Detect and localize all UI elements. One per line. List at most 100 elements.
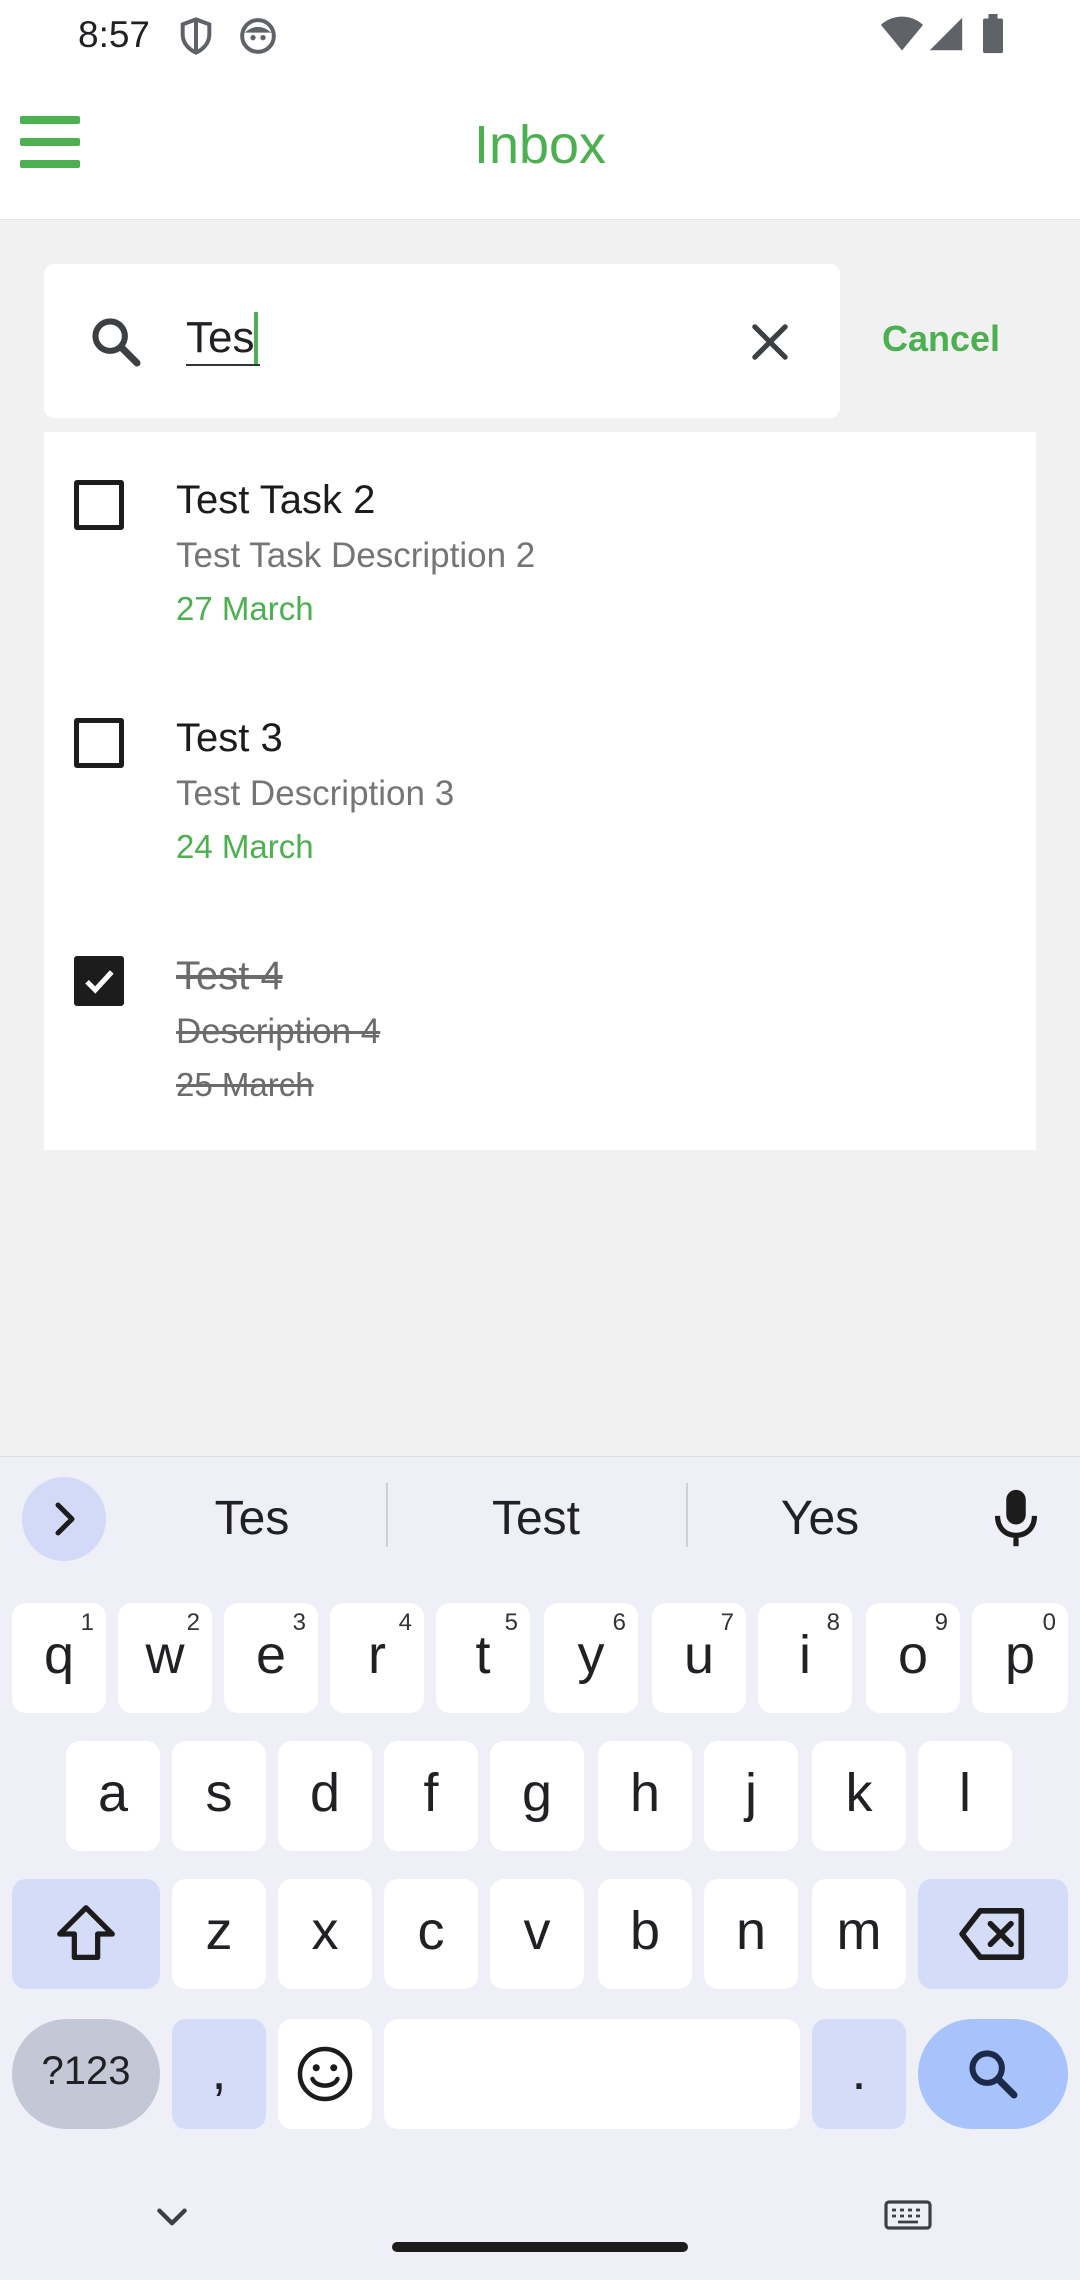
key-z[interactable]: z bbox=[172, 1879, 266, 1989]
key-d[interactable]: d bbox=[278, 1741, 372, 1851]
key-b[interactable]: b bbox=[598, 1879, 692, 1989]
key-hint: 3 bbox=[292, 1609, 306, 1636]
key-hint: 2 bbox=[186, 1609, 200, 1636]
suggestion-2[interactable]: Test bbox=[420, 1491, 652, 1546]
task-date: 27 March bbox=[176, 590, 314, 627]
key-j[interactable]: j bbox=[704, 1741, 798, 1851]
key-l[interactable]: l bbox=[918, 1741, 1012, 1851]
suggestion-1[interactable]: Tes bbox=[150, 1491, 354, 1546]
key-e[interactable]: e3 bbox=[224, 1603, 318, 1713]
search-field[interactable]: Tes bbox=[44, 264, 840, 418]
suggestion-divider bbox=[386, 1483, 388, 1547]
chevron-down-icon[interactable] bbox=[150, 2198, 194, 2234]
microphone-icon[interactable] bbox=[990, 1487, 1042, 1549]
key-y[interactable]: y6 bbox=[544, 1603, 638, 1713]
status-bar: 8:57 bbox=[0, 0, 1080, 70]
period-key[interactable]: . bbox=[812, 2019, 906, 2129]
key-k[interactable]: k bbox=[812, 1741, 906, 1851]
key-label: p bbox=[1004, 1625, 1036, 1685]
task-description: Test Task Description 2 bbox=[176, 536, 536, 575]
key-g[interactable]: g bbox=[490, 1741, 584, 1851]
key-label: i bbox=[799, 1625, 811, 1685]
key-label: w bbox=[145, 1625, 185, 1685]
key-hint: 4 bbox=[398, 1609, 412, 1636]
key-c[interactable]: c bbox=[384, 1879, 478, 1989]
suggestion-3[interactable]: Yes bbox=[718, 1491, 922, 1546]
task-description: Test Description 3 bbox=[176, 774, 455, 813]
shield-icon bbox=[180, 17, 212, 55]
suggestion-strip-toggle[interactable] bbox=[22, 1477, 106, 1561]
space-key[interactable] bbox=[384, 2019, 800, 2129]
task-checkbox[interactable] bbox=[74, 480, 124, 530]
task-item[interactable]: Test 4 Description 4 25 March bbox=[44, 908, 1036, 1128]
backspace-icon bbox=[959, 1908, 1025, 1960]
key-m[interactable]: m bbox=[812, 1879, 906, 1989]
key-r[interactable]: r4 bbox=[330, 1603, 424, 1713]
emoji-icon bbox=[297, 2046, 353, 2102]
search-icon bbox=[969, 2050, 1018, 2099]
key-hint: 6 bbox=[612, 1609, 626, 1636]
keyboard-switch-icon[interactable] bbox=[884, 2200, 932, 2232]
key-a[interactable]: a bbox=[66, 1741, 160, 1851]
search-results-list: Test Task 2 Test Task Description 2 27 M… bbox=[44, 432, 1036, 1150]
key-hint: 0 bbox=[1042, 1609, 1056, 1636]
search-enter-key[interactable] bbox=[918, 2019, 1068, 2129]
task-date: 25 March bbox=[176, 1066, 314, 1103]
task-checkbox[interactable] bbox=[74, 718, 124, 768]
task-item[interactable]: Test 3 Test Description 3 24 March bbox=[44, 670, 1036, 890]
navigation-bar bbox=[0, 2180, 1080, 2280]
checkmark-icon bbox=[85, 970, 114, 994]
page-title: Inbox bbox=[473, 115, 607, 175]
battery-icon bbox=[983, 14, 1003, 54]
key-v[interactable]: v bbox=[490, 1879, 584, 1989]
key-f[interactable]: f bbox=[384, 1741, 478, 1851]
task-title: Test 4 bbox=[176, 954, 283, 998]
key-t[interactable]: t5 bbox=[436, 1603, 530, 1713]
chevron-right-icon bbox=[55, 1502, 75, 1536]
search-icon bbox=[92, 318, 141, 367]
key-hint: 8 bbox=[826, 1609, 840, 1636]
symbols-key[interactable]: ?123 bbox=[12, 2019, 160, 2129]
key-i[interactable]: i8 bbox=[758, 1603, 852, 1713]
emoji-key[interactable] bbox=[278, 2019, 372, 2129]
key-label: t bbox=[475, 1625, 491, 1685]
task-description: Description 4 bbox=[176, 1012, 381, 1051]
key-q[interactable]: q1 bbox=[12, 1603, 106, 1713]
key-label: e bbox=[255, 1625, 287, 1685]
status-time: 8:57 bbox=[78, 14, 151, 55]
key-x[interactable]: x bbox=[278, 1879, 372, 1989]
key-p[interactable]: p0 bbox=[972, 1603, 1068, 1713]
key-hint: 5 bbox=[504, 1609, 518, 1636]
signal-icon bbox=[929, 17, 963, 51]
key-label: y bbox=[577, 1625, 605, 1685]
face-icon bbox=[240, 18, 276, 54]
key-hint: 1 bbox=[80, 1609, 94, 1636]
task-checkbox-checked[interactable] bbox=[74, 956, 124, 1006]
task-item[interactable]: Test Task 2 Test Task Description 2 27 M… bbox=[44, 432, 1036, 652]
key-label: q bbox=[43, 1625, 75, 1685]
key-n[interactable]: n bbox=[704, 1879, 798, 1989]
task-date: 24 March bbox=[176, 828, 314, 865]
task-title: Test Task 2 bbox=[176, 478, 376, 522]
backspace-key[interactable] bbox=[918, 1879, 1068, 1989]
soft-keyboard: Tes Test Yes q1 w2 e3 r4 t5 y6 u7 i8 o9 … bbox=[0, 1456, 1080, 2280]
search-query: Tes bbox=[186, 313, 255, 362]
key-w[interactable]: w2 bbox=[118, 1603, 212, 1713]
home-gesture-bar[interactable] bbox=[392, 2242, 688, 2252]
comma-key[interactable]: , bbox=[172, 2019, 266, 2129]
key-hint: 9 bbox=[934, 1609, 948, 1636]
key-u[interactable]: u7 bbox=[652, 1603, 746, 1713]
key-o[interactable]: o9 bbox=[866, 1603, 960, 1713]
key-label: o bbox=[897, 1625, 929, 1685]
key-hint: 7 bbox=[720, 1609, 734, 1636]
key-h[interactable]: h bbox=[598, 1741, 692, 1851]
clear-icon[interactable] bbox=[744, 316, 796, 368]
search-input[interactable]: Tes bbox=[186, 312, 261, 366]
task-title: Test 3 bbox=[176, 716, 283, 760]
key-s[interactable]: s bbox=[172, 1741, 266, 1851]
shift-key[interactable] bbox=[12, 1879, 160, 1989]
cancel-button[interactable]: Cancel bbox=[882, 318, 1000, 360]
suggestion-divider bbox=[686, 1483, 688, 1547]
text-caret bbox=[254, 312, 259, 364]
key-label: r bbox=[368, 1625, 386, 1685]
